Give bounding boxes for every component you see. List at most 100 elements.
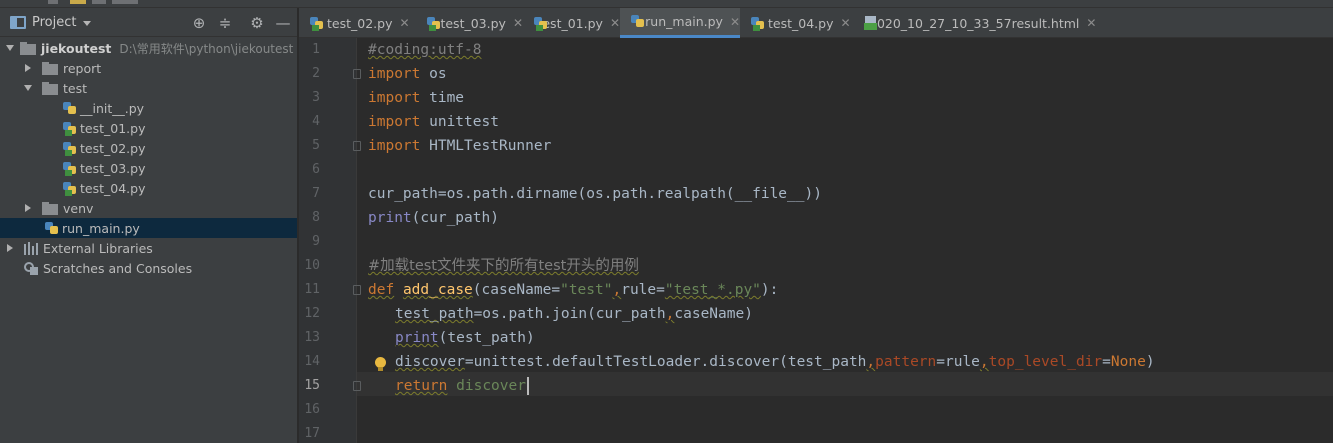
folder-icon [20, 41, 36, 55]
collapse-all-icon[interactable]: ≑ [216, 14, 234, 32]
project-panel: Project ⊕ ≑ ⚙ — jiekoutest D:\常用软件\pytho… [0, 8, 298, 443]
chevron-down-icon[interactable] [4, 38, 16, 58]
fold-marker-icon[interactable] [353, 285, 361, 295]
fold-marker-icon[interactable] [353, 69, 361, 79]
code-keyword: import [368, 66, 421, 82]
line-number: 2 [312, 66, 320, 81]
tree-item-report[interactable]: report [0, 58, 297, 78]
lightbulb-icon[interactable] [375, 357, 386, 371]
python-test-file-icon [750, 16, 765, 31]
tree-item-test-01[interactable]: test_01.py [0, 118, 297, 138]
tree-label: __init__.py [80, 100, 145, 116]
code-keyword: def [368, 282, 395, 298]
code-string: "test" [560, 282, 613, 298]
locate-icon[interactable]: ⊕ [190, 14, 208, 32]
code-comment: #加载test文件夹下的所有test开头的用例 [368, 258, 639, 274]
tree-item-init[interactable]: __init__.py [0, 98, 297, 118]
gear-icon[interactable]: ⚙ [248, 14, 266, 32]
tree-item-test-02[interactable]: test_02.py [0, 138, 297, 158]
tree-item-test-03[interactable]: test_03.py [0, 158, 297, 178]
code-variable: test_path [395, 306, 474, 322]
close-icon[interactable]: ✕ [730, 15, 740, 29]
title-strip-fragment [48, 0, 168, 6]
tree-item-scratches[interactable]: Scratches and Consoles [0, 258, 297, 278]
tab-test-01[interactable]: test_01.py ✕ [523, 8, 620, 38]
line-number: 10 [304, 258, 320, 273]
tab-label: run_main.py [645, 14, 723, 29]
chevron-right-icon[interactable] [22, 198, 34, 218]
close-icon[interactable]: ✕ [610, 16, 620, 30]
tab-run-main[interactable]: run_main.py ✕ [620, 8, 740, 38]
line-number: 16 [304, 402, 320, 417]
tree-item-test[interactable]: test [0, 78, 297, 98]
code-text: caseName) [674, 306, 753, 322]
line-number: 17 [304, 426, 320, 441]
tree-item-run-main[interactable]: run_main.py [0, 218, 297, 238]
code-param: pattern [875, 354, 937, 370]
tree-label: test_02.py [80, 140, 146, 156]
folder-icon [42, 61, 58, 75]
code-param: top_level_dir [988, 354, 1103, 370]
chevron-down-icon[interactable] [83, 20, 92, 26]
code-text: =os.path.join(cur_path [473, 306, 666, 322]
tree-label: venv [63, 200, 94, 216]
tab-test-03[interactable]: test_03.py ✕ [416, 8, 523, 38]
code-text: rule= [621, 282, 665, 298]
code-text: (test_path) [438, 330, 535, 346]
code-line-11: def add_case(caseName="test",rule="test_… [368, 278, 778, 302]
line-number: 9 [312, 234, 320, 249]
code-text: ) [1145, 354, 1155, 370]
line-number: 4 [312, 114, 320, 129]
line-number: 8 [312, 210, 320, 225]
tree-item-test-04[interactable]: test_04.py [0, 178, 297, 198]
tab-label: test_03.py [440, 15, 506, 31]
code-line-8: print(cur_path) [368, 206, 499, 230]
chevron-right-icon[interactable] [22, 58, 34, 78]
code-line-2: import os [368, 62, 447, 86]
tree-label: External Libraries [43, 240, 153, 256]
close-icon[interactable]: ✕ [399, 16, 409, 30]
chevron-right-icon[interactable] [4, 238, 16, 258]
tree-item-external-libraries[interactable]: External Libraries [0, 238, 297, 258]
close-icon[interactable]: ✕ [840, 16, 850, 30]
scratches-icon [24, 261, 39, 276]
code-line-4: import unittest [368, 110, 499, 134]
chevron-down-icon[interactable] [22, 78, 34, 98]
tab-test-02[interactable]: test_02.py ✕ [299, 8, 416, 38]
folder-icon [42, 201, 58, 215]
code-line-15: return discover [395, 374, 529, 398]
library-icon [24, 241, 39, 255]
tab-label: test_01.py [537, 15, 603, 31]
code-text: unittest [420, 114, 499, 130]
tab-result-html[interactable]: 2020_10_27_10_33_57result.html ✕ [854, 8, 1096, 38]
code-variable: discover [456, 378, 526, 394]
code-keyword: return [395, 378, 448, 394]
line-number: 13 [304, 330, 320, 345]
fold-marker-icon[interactable] [353, 381, 361, 391]
line-number-gutter: 1 2 3 4 5 6 7 8 9 10 11 12 13 14 15 16 1… [299, 38, 356, 443]
code-editor[interactable]: #coding:utf-8 import os import time impo… [353, 38, 1333, 443]
fold-marker-icon[interactable] [353, 141, 361, 151]
code-text: =unittest.defaultTestLoader.discover(tes… [464, 354, 867, 370]
code-keyword: None [1110, 354, 1146, 370]
tree-label: report [63, 60, 102, 76]
python-test-file-icon [309, 16, 324, 31]
code-line-7: cur_path=os.path.dirname(os.path.realpat… [368, 182, 822, 206]
close-icon[interactable]: ✕ [513, 16, 523, 30]
code-line-12: test_path=os.path.join(cur_path,caseName… [395, 302, 753, 326]
close-icon[interactable]: ✕ [1086, 16, 1096, 30]
tab-test-04[interactable]: test_04.py ✕ [740, 8, 854, 38]
tree-label: test [63, 80, 88, 96]
text-cursor [526, 377, 529, 395]
code-line-5: import HTMLTestRunner [368, 134, 551, 158]
hide-icon[interactable]: — [274, 14, 292, 32]
python-test-file-icon [62, 141, 77, 156]
project-title[interactable]: Project [32, 15, 76, 30]
tree-item-venv[interactable]: venv [0, 198, 297, 218]
line-number: 6 [312, 162, 320, 177]
tree-item-jiekoutest[interactable]: jiekoutest D:\常用软件\python\jiekoutest [0, 38, 297, 58]
line-number: 7 [312, 186, 320, 201]
code-keyword: import [368, 138, 421, 154]
code-text: = [1102, 354, 1111, 370]
code-text: (cur_path) [411, 210, 499, 226]
